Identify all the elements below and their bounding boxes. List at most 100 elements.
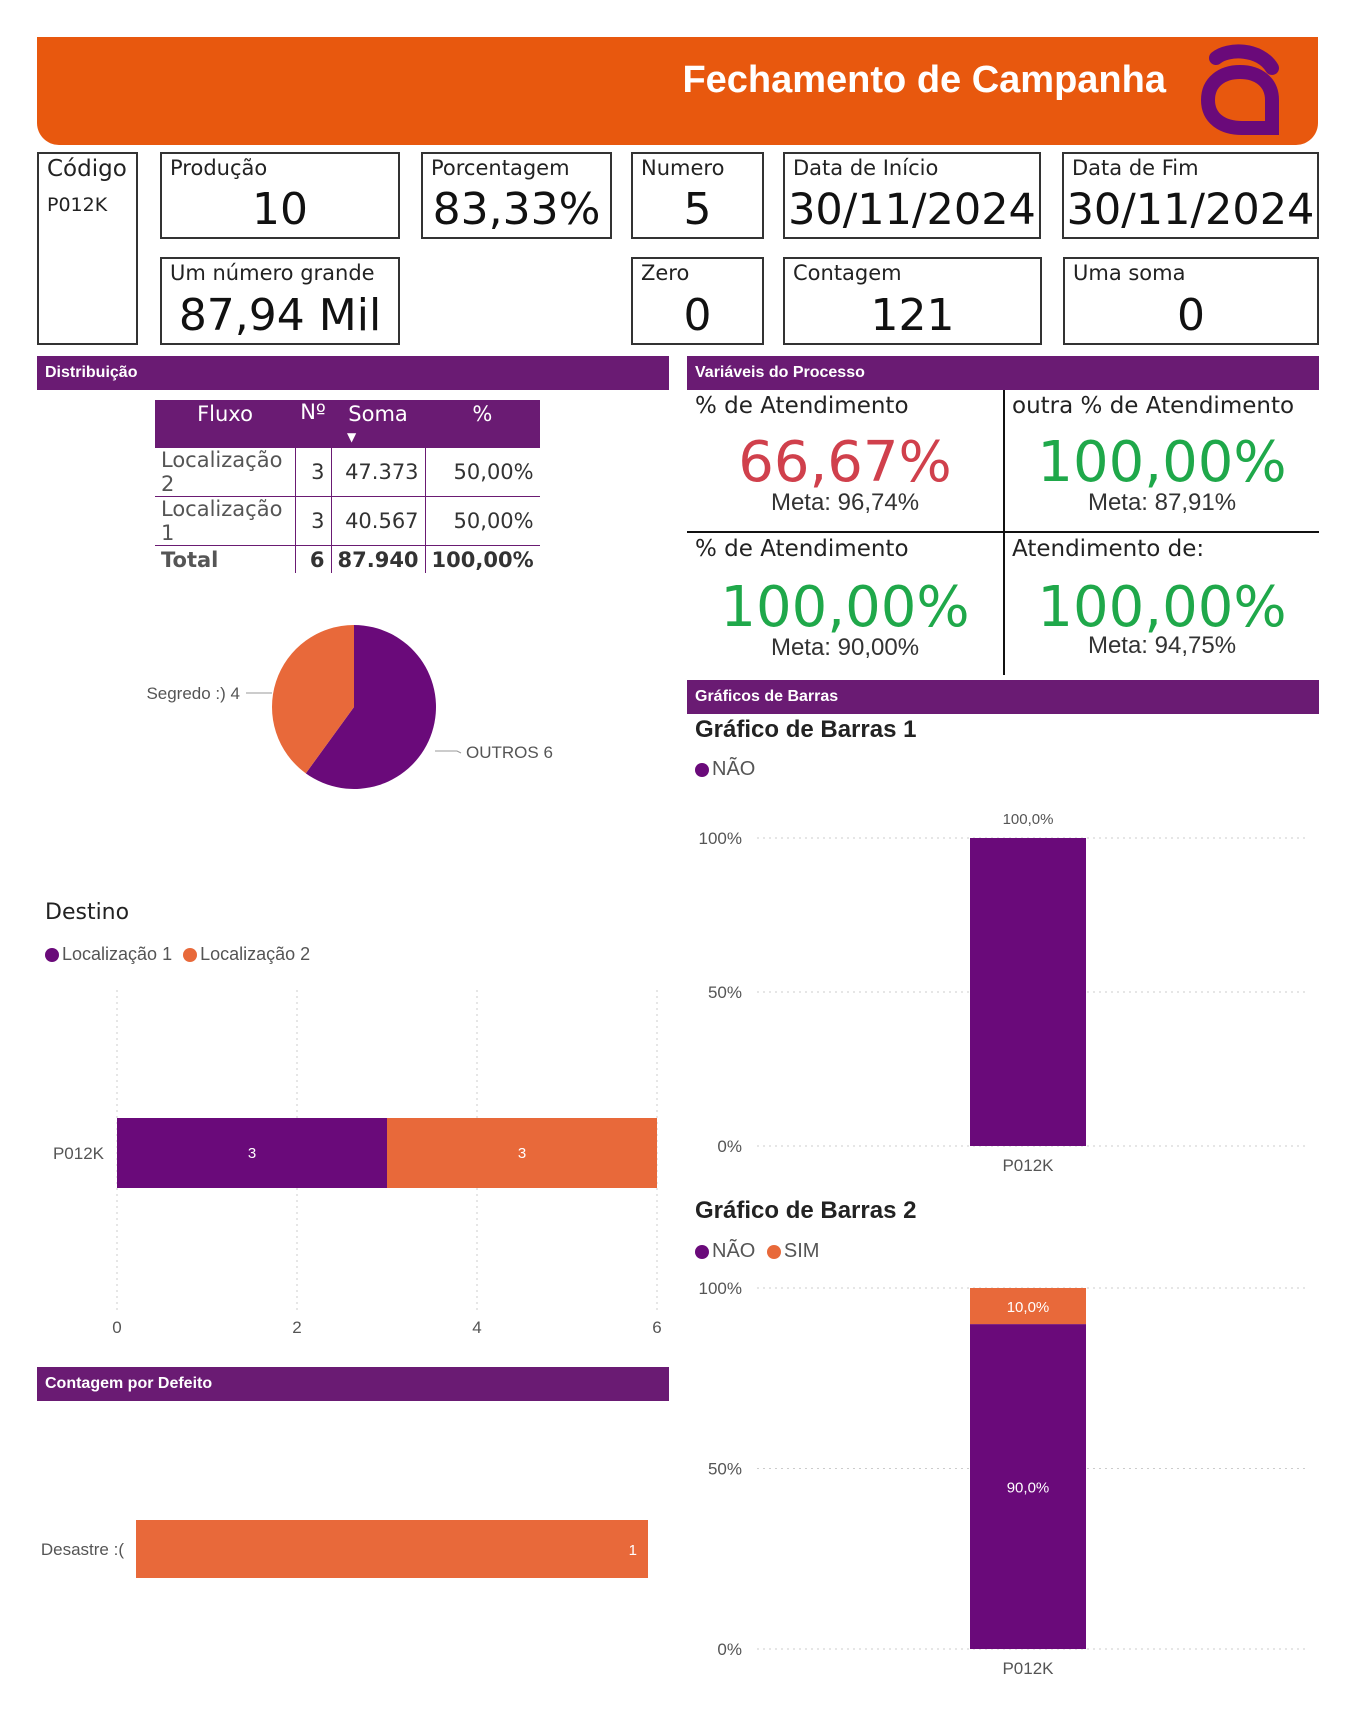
distribution-table: Fluxo Nº Soma ▼ % Localização 2 3 47.373… xyxy=(155,400,540,573)
bar-data-label: 3 xyxy=(518,1145,526,1162)
table-row[interactable]: Localização 2 3 47.373 50,00% xyxy=(155,448,540,497)
x-tick-label: 0 xyxy=(112,1318,121,1337)
card-value: P012K xyxy=(47,194,108,216)
table-total-row: Total 6 87.940 100,00% xyxy=(155,545,540,573)
card-value: 5 xyxy=(683,184,712,235)
kpi-value: 66,67% xyxy=(738,430,952,495)
card-label: Um número grande xyxy=(170,261,375,285)
legend-item[interactable]: NÃO xyxy=(695,758,755,780)
table-row[interactable]: Localização 1 3 40.567 50,00% xyxy=(155,496,540,546)
card-data-inicio: Data de Início 30/11/2024 xyxy=(783,152,1041,239)
table-cell: 50,00% xyxy=(425,496,540,546)
card-label: Porcentagem xyxy=(431,156,570,180)
bar-data-label: 10,0% xyxy=(1007,1299,1050,1316)
section-distribuicao: Distribuição xyxy=(37,356,669,390)
logo-a-icon xyxy=(1200,44,1279,135)
bar xyxy=(970,838,1086,1146)
section-graficos: Gráficos de Barras xyxy=(687,680,1319,714)
table-cell: Total xyxy=(155,545,296,573)
card-value: 87,94 Mil xyxy=(178,290,382,341)
pie-label: OUTROS 6 xyxy=(466,743,553,762)
y-tick-label: 0% xyxy=(717,1640,742,1659)
card-value: 10 xyxy=(252,184,308,235)
pie-leader-line xyxy=(435,750,462,754)
card-label: Numero xyxy=(641,156,725,180)
card-producao: Produção 10 xyxy=(160,152,400,239)
table-cell: 3 xyxy=(295,496,332,546)
legend-label: SIM xyxy=(783,1240,820,1262)
chart-title-barras-2: Gráfico de Barras 2 xyxy=(695,1197,917,1224)
table-cell: 50,00% xyxy=(425,448,540,497)
bar-data-label: 100,0% xyxy=(1003,811,1054,828)
x-tick-label: 6 xyxy=(652,1318,661,1337)
legend-dot xyxy=(766,1244,781,1259)
section-variaveis: Variáveis do Processo xyxy=(687,356,1319,390)
card-codigo: Código P012K xyxy=(37,152,138,345)
card-data-fim: Data de Fim 30/11/2024 xyxy=(1062,152,1319,239)
destino-chart: 0 2 4 6 3 3 P012K xyxy=(53,990,662,1337)
legend-item[interactable]: Localização 1 xyxy=(45,944,172,964)
legend-item[interactable]: SIM xyxy=(761,1240,820,1262)
column-header[interactable]: Fluxo xyxy=(155,400,295,448)
pie-label: Segredo :) 4 xyxy=(146,684,240,703)
table-cell: 47.373 xyxy=(331,448,426,497)
legend-label: NÃO xyxy=(712,758,756,780)
y-tick-label: 50% xyxy=(708,1460,742,1479)
card-label: Código xyxy=(47,156,127,182)
legend-barras-1: NÃO xyxy=(695,758,755,781)
legend-item[interactable]: NÃO xyxy=(695,1240,755,1262)
card-numero: Numero 5 xyxy=(631,152,764,239)
card-label: Produção xyxy=(170,156,268,180)
card-contagem: Contagem 121 xyxy=(783,257,1042,345)
card-value: 121 xyxy=(870,290,955,341)
bar-data-label: 1 xyxy=(629,1542,637,1559)
table-cell: Localização 1 xyxy=(155,496,296,546)
y-tick-label: 100% xyxy=(699,1279,742,1298)
kpi-value: 100,00% xyxy=(1037,575,1287,640)
bar-chart-1: 0% 50% 100% 100,0% P012K xyxy=(699,811,1309,1175)
legend-label: Localização 1 xyxy=(62,944,173,964)
table-header-row: Fluxo Nº Soma ▼ % xyxy=(155,400,540,448)
table-cell: 6 xyxy=(295,545,332,573)
card-value: 0 xyxy=(1177,290,1205,341)
kpi-meta: Meta: 96,74% xyxy=(770,489,920,516)
card-label: Data de Fim xyxy=(1072,156,1199,180)
column-header-sorted[interactable]: Soma ▼ xyxy=(331,400,426,448)
legend-barras-2: NÃO SIM xyxy=(695,1240,819,1263)
card-label: Contagem xyxy=(793,261,902,285)
card-value: 30/11/2024 xyxy=(1066,185,1315,235)
kpi-value: 100,00% xyxy=(720,575,970,640)
legend-dot xyxy=(183,948,198,963)
y-category-label: P012K xyxy=(53,1144,105,1163)
bar xyxy=(136,1520,648,1578)
bar-data-label: 90,0% xyxy=(1007,1480,1050,1497)
x-tick-label: 2 xyxy=(292,1318,301,1337)
defeito-chart: 1 Desastre :( xyxy=(41,1520,648,1578)
card-porcentagem: Porcentagem 83,33% xyxy=(421,152,612,239)
legend-label: NÃO xyxy=(712,1240,756,1262)
table-cell: 3 xyxy=(295,448,332,497)
legend-label: Localização 2 xyxy=(200,944,311,964)
column-header[interactable]: % xyxy=(425,400,540,448)
pie-chart: OUTROS 6 Segredo :) 4 xyxy=(146,625,553,789)
x-category-label: P012K xyxy=(1002,1156,1054,1175)
kpi-label: outra % de Atendimento xyxy=(1012,393,1295,419)
chart-title-barras-1: Gráfico de Barras 1 xyxy=(695,716,917,743)
bar-chart-2: 0% 50% 100% 90,0% 10,0% P012K xyxy=(699,1279,1309,1678)
card-label: Data de Início xyxy=(793,156,939,180)
kpi-label: Atendimento de: xyxy=(1012,536,1205,562)
legend-item[interactable]: Localização 2 xyxy=(177,944,310,964)
kpi-label: % de Atendimento xyxy=(695,393,909,419)
table-cell: Localização 2 xyxy=(155,448,296,497)
legend-dot xyxy=(695,1244,709,1259)
y-tick-label: 50% xyxy=(708,983,742,1002)
kpi-meta: Meta: 90,00% xyxy=(770,634,920,661)
header-bar: Fechamento de Campanha xyxy=(37,37,1318,145)
kpi-meta: Meta: 87,91% xyxy=(1087,489,1237,516)
y-tick-label: 100% xyxy=(699,829,742,848)
table-cell: 40.567 xyxy=(331,496,426,546)
legend-destino: Localização 1 Localização 2 xyxy=(45,944,310,965)
card-label: Uma soma xyxy=(1073,261,1186,285)
column-header[interactable]: Nº xyxy=(295,400,331,448)
bar-data-label: 3 xyxy=(248,1145,256,1162)
